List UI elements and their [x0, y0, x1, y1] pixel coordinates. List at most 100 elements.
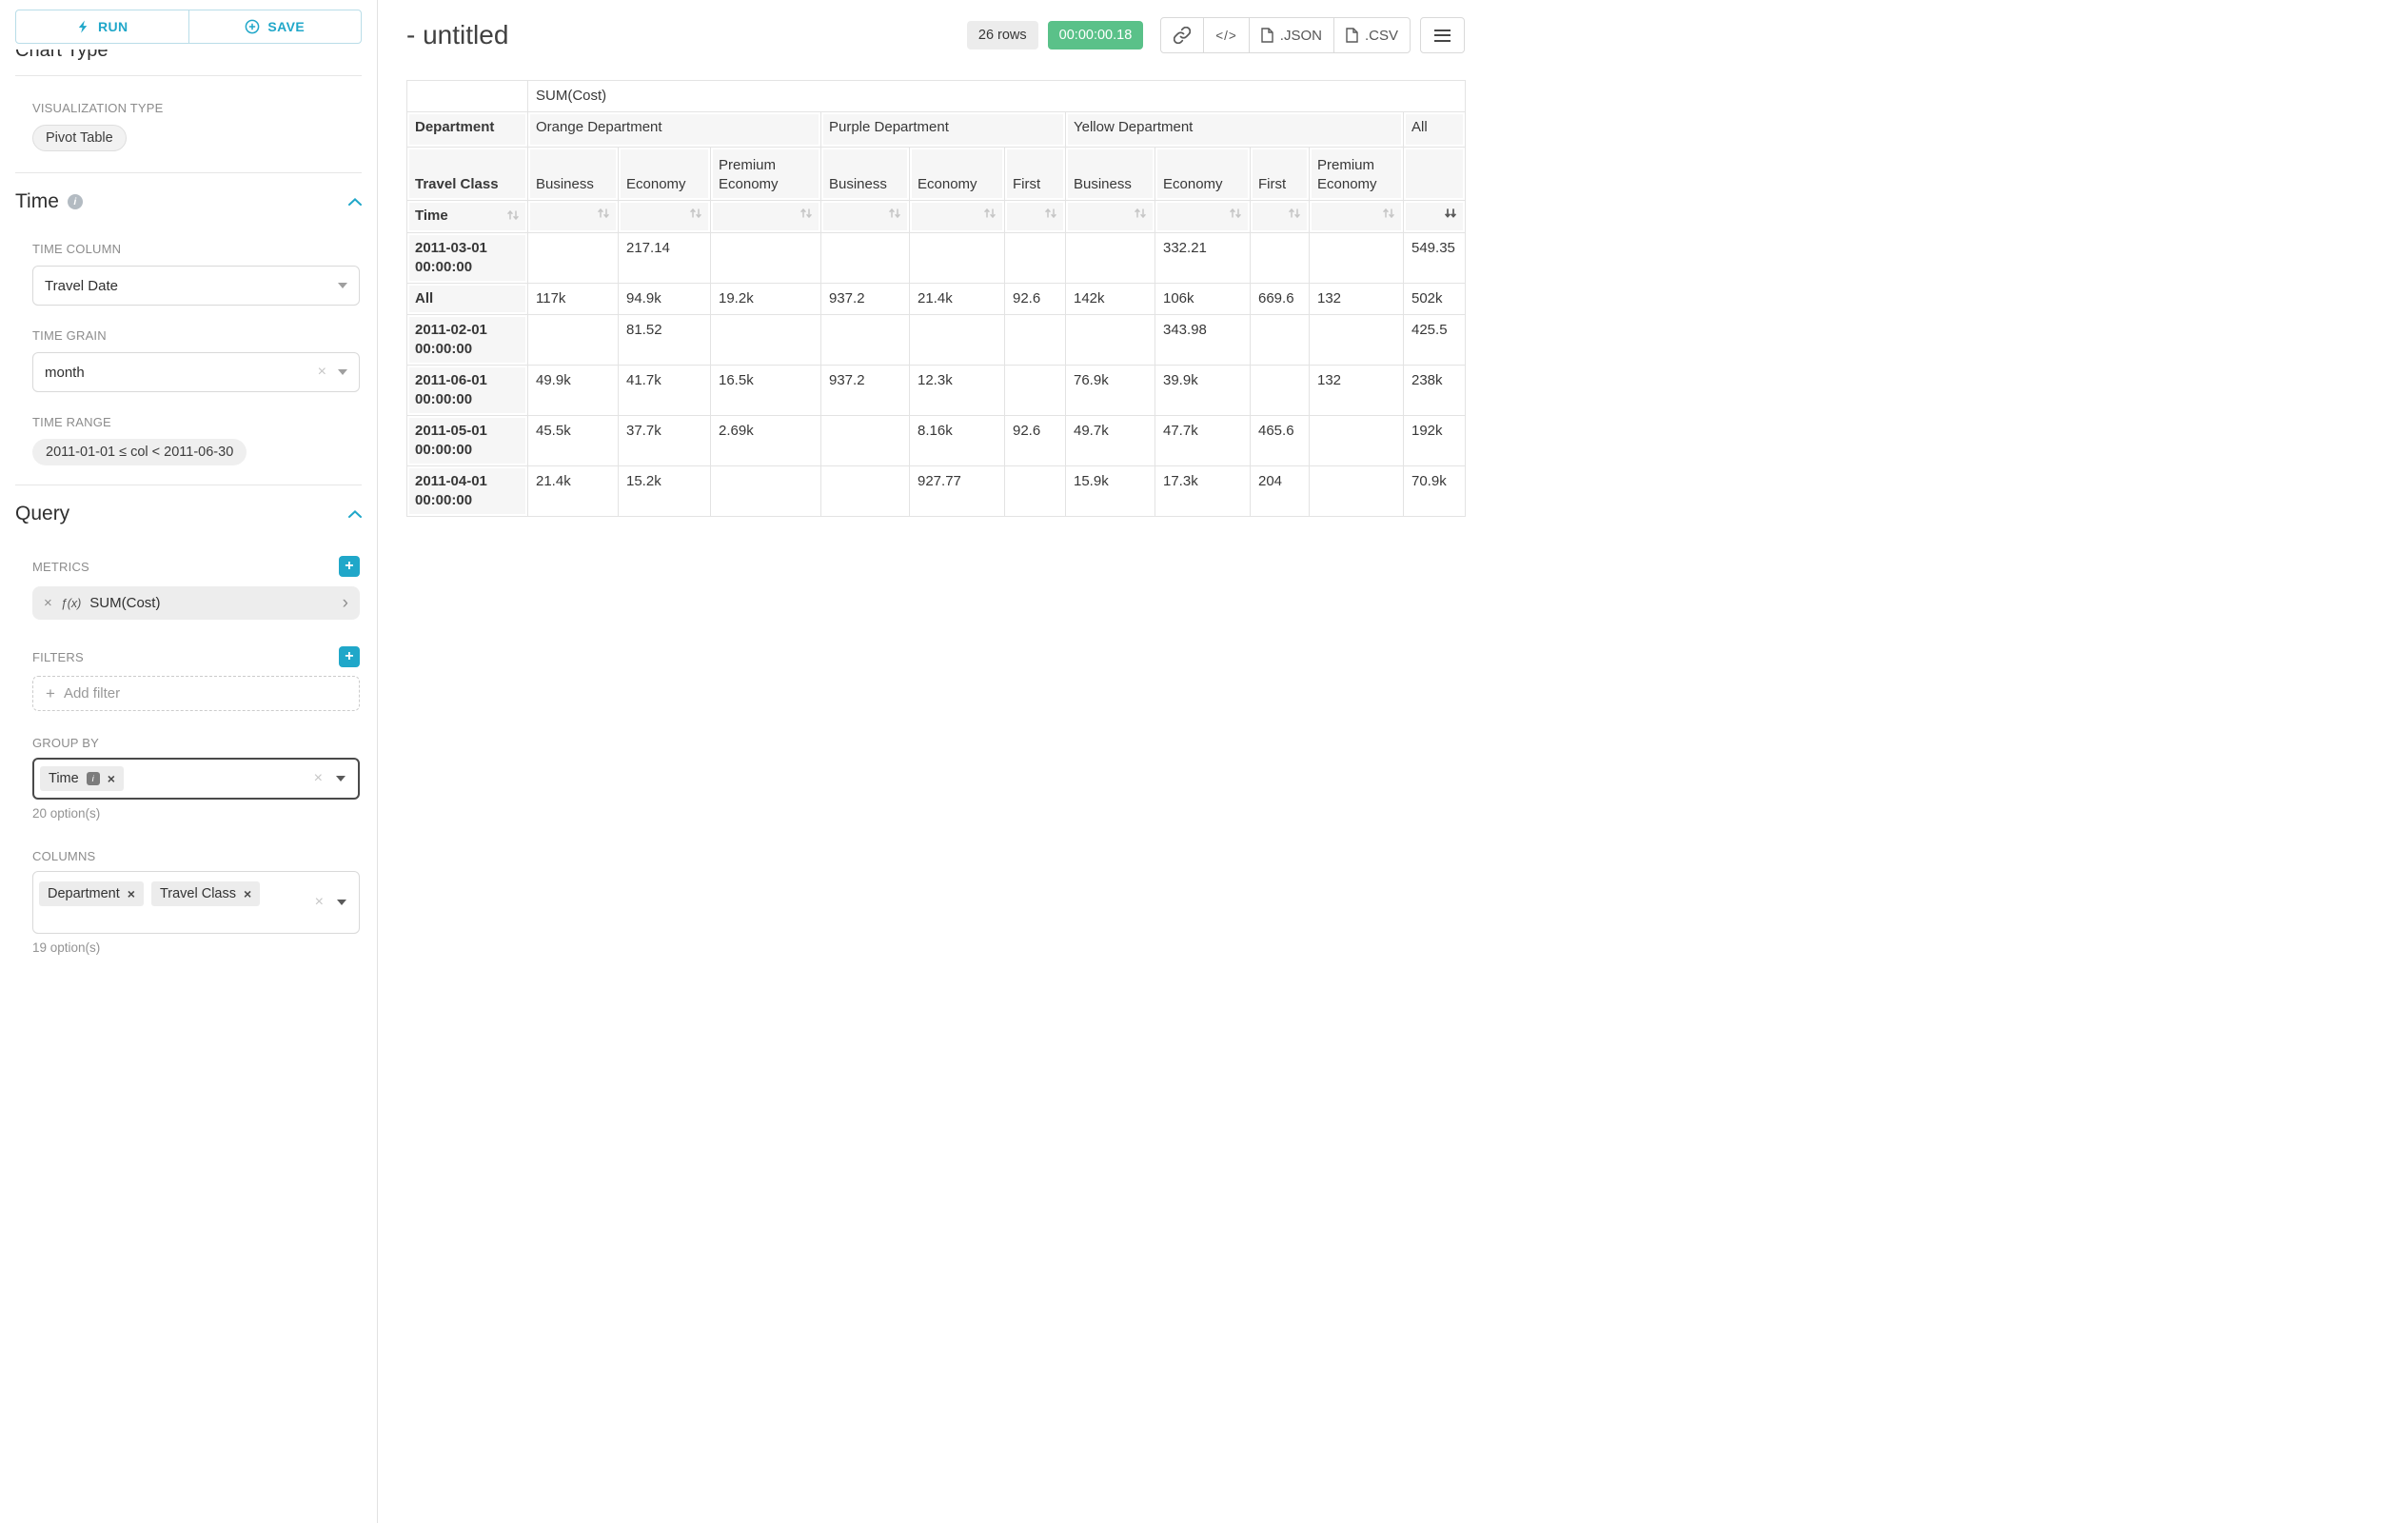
menu-button[interactable] — [1420, 17, 1465, 53]
metric-item[interactable]: × ƒ(x) SUM(Cost) › — [32, 586, 360, 620]
pivot-value-cell — [711, 233, 821, 284]
pivot-value-cell: 76.9k — [1066, 366, 1155, 416]
run-button[interactable]: RUN — [15, 10, 189, 44]
export-csv-button[interactable]: .CSV — [1333, 17, 1411, 53]
group-by-tag[interactable]: Time i × — [40, 766, 124, 791]
sort-icon[interactable] — [1229, 208, 1242, 224]
time-column-select[interactable]: Travel Date — [32, 266, 360, 306]
pivot-value-cell: 47.7k — [1155, 416, 1251, 466]
visualization-type-pill[interactable]: Pivot Table — [32, 125, 127, 151]
pivot-value-cell — [821, 466, 910, 517]
group-by-options-hint: 20 option(s) — [32, 806, 360, 821]
sort-column-header[interactable] — [821, 201, 910, 233]
clear-all-icon[interactable]: × — [315, 894, 324, 911]
info-icon[interactable]: i — [87, 772, 100, 785]
pivot-value-cell: 465.6 — [1251, 416, 1310, 466]
divider — [15, 75, 362, 76]
pivot-value-cell: 41.7k — [619, 366, 711, 416]
sort-column-header[interactable] — [1310, 201, 1404, 233]
time-column-value: Travel Date — [45, 278, 338, 294]
pivot-corner-cell — [407, 81, 528, 112]
export-json-label: .JSON — [1280, 28, 1322, 44]
clear-icon[interactable]: × — [318, 364, 326, 381]
pivot-class-header: Premium Economy — [711, 148, 821, 201]
pivot-class-header: Premium Economy — [1310, 148, 1404, 201]
pivot-class-header: Business — [528, 148, 619, 201]
time-section-header: Time i — [15, 190, 362, 213]
sort-column-header[interactable] — [711, 201, 821, 233]
sort-icon[interactable] — [689, 208, 702, 224]
sort-icon[interactable] — [1134, 208, 1147, 224]
sort-icon[interactable] — [1382, 208, 1395, 224]
select-adornments: × — [315, 894, 346, 911]
pivot-department-header: Purple Department — [821, 112, 1066, 148]
pivot-department-header: All — [1404, 112, 1466, 148]
save-button-label: SAVE — [267, 19, 305, 34]
columns-select[interactable]: Department × Travel Class × × — [32, 871, 360, 934]
add-filter-dropzone[interactable]: + Add filter — [32, 676, 360, 711]
sort-icon[interactable] — [983, 208, 997, 224]
chevron-up-icon[interactable] — [348, 510, 362, 518]
pivot-value-cell: 106k — [1155, 284, 1251, 315]
time-range-pill[interactable]: 2011-01-01 ≤ col < 2011-06-30 — [32, 439, 247, 465]
pivot-value-cell: 45.5k — [528, 416, 619, 466]
pivot-value-cell: 92.6 — [1005, 416, 1066, 466]
embed-code-button[interactable]: </> — [1203, 17, 1250, 53]
sort-icon[interactable] — [1044, 208, 1057, 224]
group-by-select[interactable]: Time i × × — [32, 758, 360, 800]
pivot-class-header: First — [1005, 148, 1066, 201]
add-filter-button[interactable]: + — [339, 646, 360, 667]
chevron-up-icon[interactable] — [348, 198, 362, 206]
sort-column-header[interactable] — [1066, 201, 1155, 233]
sort-icon[interactable] — [597, 208, 610, 224]
remove-tag-icon[interactable]: × — [128, 886, 135, 901]
remove-metric-icon[interactable]: × — [44, 595, 52, 611]
pivot-row-label: All — [407, 284, 528, 315]
pivot-value-cell — [821, 315, 910, 366]
sort-icon[interactable] — [1288, 208, 1301, 224]
metrics-label-row: METRICS + — [32, 556, 360, 577]
code-icon: </> — [1215, 29, 1237, 43]
pivot-data-row: 2011-06-01 00:00:0049.9k41.7k16.5k937.21… — [407, 366, 1466, 416]
pivot-value-cell: 39.9k — [1155, 366, 1251, 416]
sort-column-header[interactable] — [528, 201, 619, 233]
sort-column-header[interactable] — [1155, 201, 1251, 233]
copy-link-button[interactable] — [1160, 17, 1204, 53]
export-json-button[interactable]: .JSON — [1249, 17, 1334, 53]
pivot-value-cell: 132 — [1310, 366, 1404, 416]
pivot-value-cell — [1251, 233, 1310, 284]
pivot-department-header: Orange Department — [528, 112, 821, 148]
add-metric-button[interactable]: + — [339, 556, 360, 577]
sort-icon[interactable] — [888, 208, 901, 224]
pivot-value-cell: 937.2 — [821, 284, 910, 315]
sort-column-header[interactable] — [1251, 201, 1310, 233]
clear-all-icon[interactable]: × — [314, 770, 323, 787]
caret-down-icon[interactable] — [336, 776, 345, 781]
sort-column-header[interactable] — [619, 201, 711, 233]
pivot-value-cell: 8.16k — [910, 416, 1005, 466]
pivot-value-cell: 217.14 — [619, 233, 711, 284]
sort-column-header[interactable] — [1404, 201, 1466, 233]
sort-icon[interactable] — [506, 208, 520, 227]
sort-icon[interactable] — [799, 208, 813, 224]
actions-bar: RUN SAVE — [15, 0, 362, 44]
pivot-value-cell — [821, 233, 910, 284]
remove-tag-icon[interactable]: × — [108, 771, 115, 786]
sort-column-header[interactable] — [1005, 201, 1066, 233]
time-range-label: TIME RANGE — [32, 415, 360, 429]
pivot-value-cell — [1005, 366, 1066, 416]
pivot-value-cell — [1005, 233, 1066, 284]
pivot-value-cell: 204 — [1251, 466, 1310, 517]
info-icon[interactable]: i — [68, 194, 83, 209]
columns-tag[interactable]: Travel Class × — [151, 881, 260, 906]
save-button[interactable]: SAVE — [188, 10, 363, 44]
expand-metric-icon[interactable]: › — [343, 594, 348, 612]
remove-tag-icon[interactable]: × — [244, 886, 251, 901]
columns-tag[interactable]: Department × — [39, 881, 144, 906]
sort-column-header[interactable] — [910, 201, 1005, 233]
sort-icon-active[interactable] — [1444, 208, 1457, 224]
lightning-icon — [76, 19, 90, 34]
app: RUN SAVE Chart Type VISUALIZATION TYPE P… — [0, 0, 2408, 1523]
time-grain-select[interactable]: month × — [32, 352, 360, 392]
caret-down-icon[interactable] — [337, 900, 346, 905]
